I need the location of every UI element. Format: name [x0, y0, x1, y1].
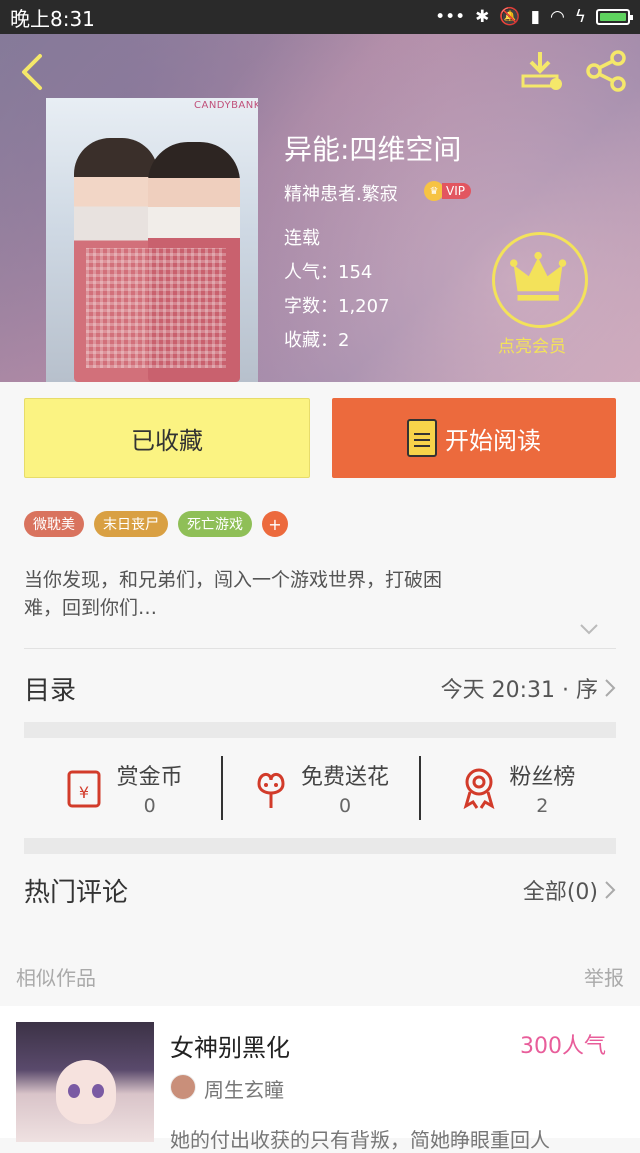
report-link[interactable]: 举报	[584, 962, 624, 991]
share-icon[interactable]	[584, 48, 630, 94]
start-reading-button[interactable]: 开始阅读	[332, 398, 616, 478]
medal-icon	[463, 768, 495, 810]
book-title: 异能:四维空间	[284, 133, 462, 166]
book-author[interactable]: 精神患者.繁寂	[284, 180, 398, 206]
status-bar: 晚上8:31 ••• ✱ 🔕 ▮ ◠ ϟ	[0, 0, 640, 34]
similar-work-popularity: 300人气	[520, 1034, 606, 1059]
catalog-row[interactable]: 目录 今天 20:31 · 序	[24, 658, 616, 718]
section-separator	[24, 838, 616, 854]
signal-icon: ▮	[530, 7, 540, 27]
tag-item[interactable]: 末日丧尸	[94, 511, 168, 537]
status-time: 晚上8:31	[10, 6, 95, 31]
hot-comments-row[interactable]: 热门评论 全部(0)	[24, 860, 616, 920]
back-icon[interactable]	[16, 52, 48, 92]
member-button[interactable]	[492, 232, 588, 328]
book-status: 连载	[284, 228, 320, 249]
chevron-right-icon	[605, 679, 616, 697]
stats-bar: ¥ 赏金币 0 免费送花 0 粉丝榜 2	[24, 752, 616, 824]
chevron-right-icon	[605, 881, 616, 899]
start-reading-label: 开始阅读	[445, 426, 541, 455]
similar-works-title: 相似作品	[16, 966, 96, 990]
author-avatar	[170, 1074, 196, 1100]
favorited-button[interactable]: 已收藏	[24, 398, 310, 478]
add-tag-button[interactable]: +	[262, 511, 288, 537]
charging-icon: ϟ	[574, 7, 586, 27]
fan-ranking-stat[interactable]: 粉丝榜 2	[418, 752, 616, 824]
flower-icon	[257, 773, 285, 808]
reward-coins-stat[interactable]: ¥ 赏金币 0	[24, 752, 221, 824]
similar-work-author: 周生玄瞳	[204, 1078, 284, 1102]
free-flowers-stat[interactable]: 免费送花 0	[221, 752, 418, 824]
download-icon[interactable]	[520, 48, 566, 94]
tag-list: 微耽美 末日丧尸 死亡游戏 +	[24, 511, 288, 537]
wifi-icon: ◠	[549, 7, 565, 27]
vip-badge: ♛ VIP	[424, 180, 471, 202]
all-comments-link: 全部(0)	[522, 880, 598, 905]
member-label[interactable]: 点亮会员	[498, 332, 566, 357]
catalog-latest: 今天 20:31 · 序	[440, 678, 598, 703]
crown-icon	[510, 251, 567, 301]
book-favorites: 收藏：2	[284, 330, 350, 351]
similar-works-header: 相似作品 举报	[16, 962, 624, 991]
expand-chevron-icon[interactable]	[578, 622, 600, 636]
book-word-count: 字数：1,207	[284, 296, 390, 317]
similar-work-cover	[16, 1022, 154, 1142]
divider	[24, 648, 616, 649]
tag-item[interactable]: 微耽美	[24, 511, 84, 537]
similar-work-card[interactable]: 女神别黑化 300人气 周生玄瞳 她的付出收获的只有背叛，简她睁眼重回人	[0, 1006, 640, 1152]
similar-work-snippet: 她的付出收获的只有背叛，简她睁眼重回人	[170, 1128, 550, 1152]
similar-work-title: 女神别黑化	[170, 1034, 290, 1062]
book-cover[interactable]: CANDYBANK	[46, 98, 258, 382]
book-icon	[407, 419, 437, 457]
hot-comments-title: 热门评论	[24, 877, 129, 908]
red-envelope-icon: ¥	[67, 770, 101, 808]
book-description[interactable]: 当你发现，和兄弟们，闯入一个游戏世界，打破困难，回到你们…	[24, 566, 444, 622]
tag-item[interactable]: 死亡游戏	[178, 511, 252, 537]
battery-icon	[596, 9, 633, 25]
catalog-title: 目录	[24, 675, 77, 706]
book-header: CANDYBANK 异能:四维空间 精神患者.繁寂 ♛ VIP 连载 人气：15…	[0, 34, 640, 382]
bluetooth-icon: ✱	[475, 7, 490, 27]
cover-brand-logo: CANDYBANK	[194, 100, 258, 111]
mute-icon: 🔕	[499, 7, 521, 27]
section-separator	[24, 722, 616, 738]
more-dots-icon: •••	[435, 7, 466, 27]
svg-text:¥: ¥	[79, 783, 89, 802]
vip-crown-icon: ♛	[424, 181, 444, 201]
status-icons: ••• ✱ 🔕 ▮ ◠ ϟ	[435, 7, 633, 27]
book-popularity: 人气：154	[284, 262, 373, 283]
